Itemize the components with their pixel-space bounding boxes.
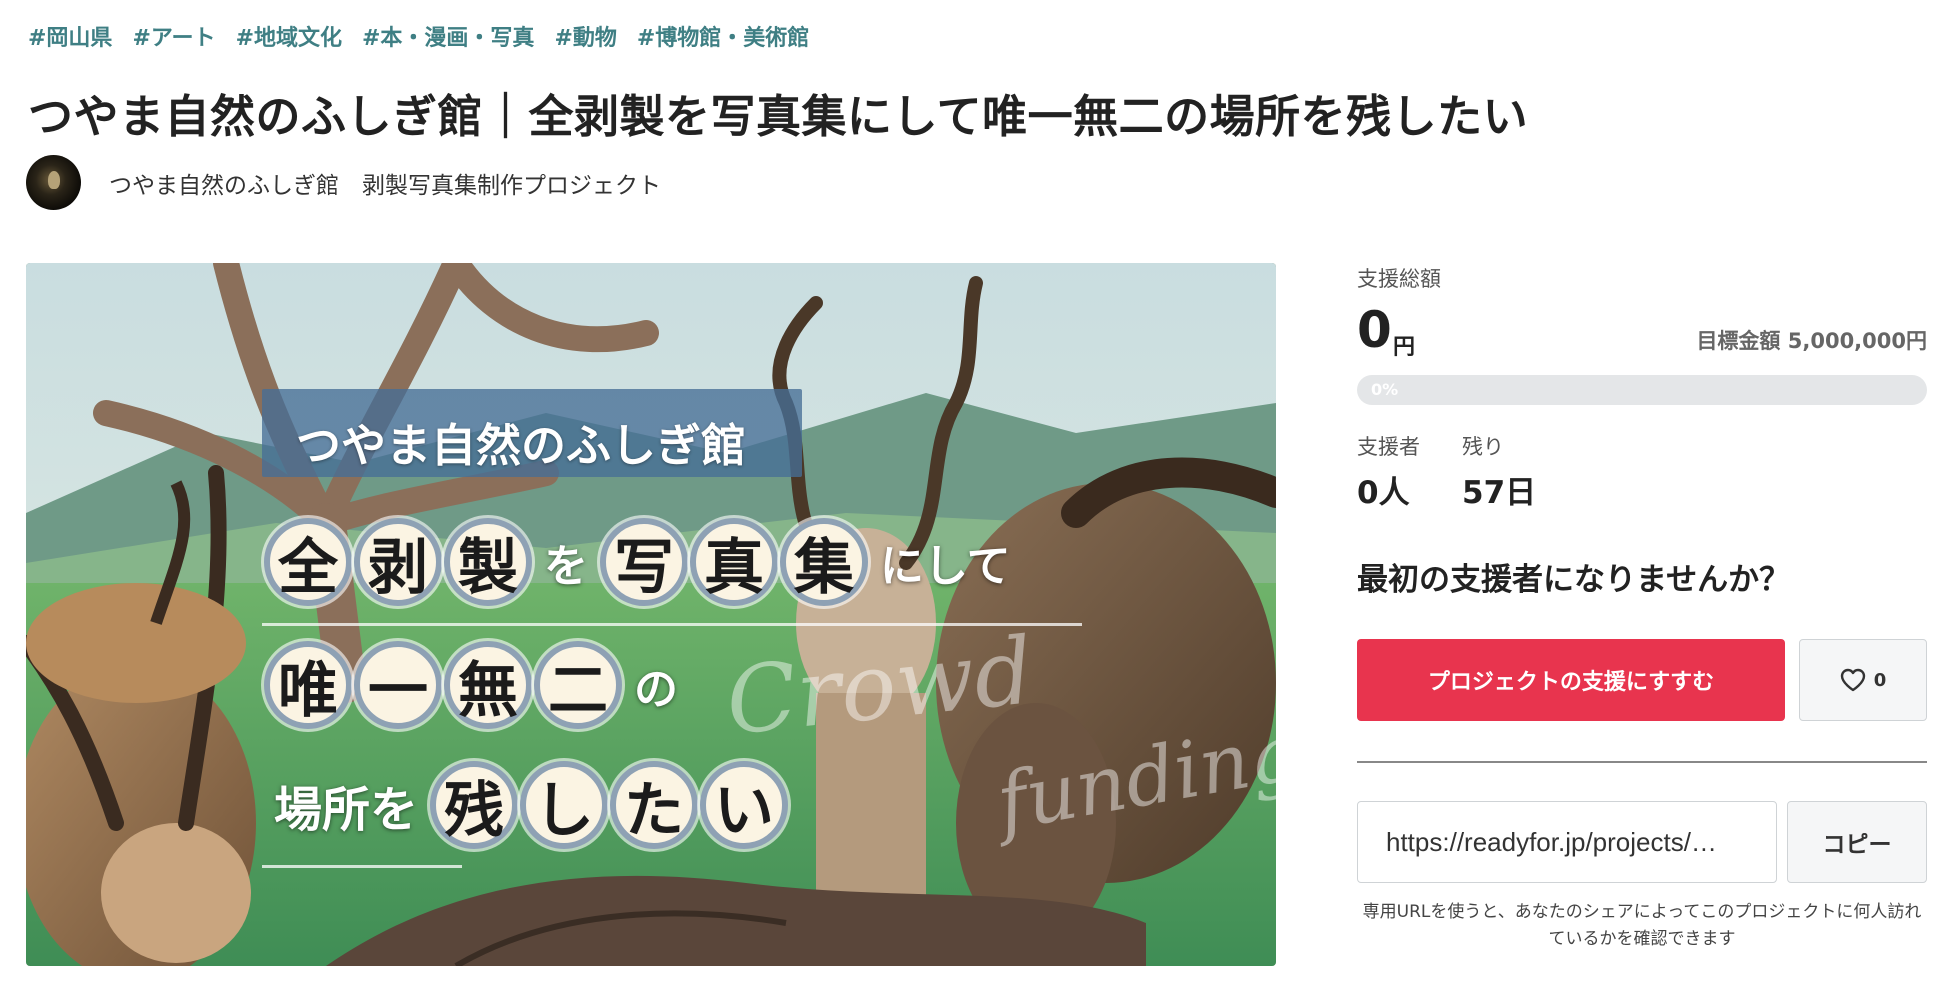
hero-disc: 写: [600, 518, 688, 606]
hero-disc: 全: [264, 518, 352, 606]
project-title: つやま自然のふしぎ館｜全剥製を写真集にして唯一無二の場所を残したい: [28, 90, 1529, 143]
hero-disc: 製: [444, 518, 532, 606]
hero-text: にして: [880, 541, 1011, 592]
share-url-row: コピー: [1357, 801, 1927, 883]
hero-disc: 一: [354, 641, 442, 729]
hero-disc: 唯: [264, 641, 352, 729]
progress-text: 0%: [1371, 380, 1399, 399]
share-url-input[interactable]: [1357, 801, 1777, 883]
action-buttons: プロジェクトの支援にすすむ 0: [1357, 639, 1927, 721]
project-hero-image: つやま自然のふしぎ館 全 剥 製 を 写 真 集 にして 唯 一 無 二 の 場…: [26, 263, 1276, 966]
goal-label: 目標金額: [1696, 329, 1781, 353]
amount-currency: 円: [1393, 335, 1416, 360]
owner-avatar[interactable]: [26, 155, 81, 210]
copy-button[interactable]: コピー: [1787, 801, 1927, 883]
total-label: 支援総額: [1357, 267, 1441, 291]
divider: [1357, 761, 1927, 763]
support-button[interactable]: プロジェクトの支援にすすむ: [1357, 639, 1785, 721]
supporters-stat: 支援者 0人: [1357, 431, 1420, 512]
heart-icon: [1840, 668, 1865, 692]
favorite-button[interactable]: 0: [1799, 639, 1927, 721]
hero-title: つやま自然のふしぎ館: [296, 419, 747, 472]
stats-row: 支援者 0人 残り 57日: [1357, 431, 1927, 512]
remaining-stat: 残り 57日: [1462, 431, 1536, 512]
remaining-value: 57日: [1462, 475, 1537, 511]
hero-disc: し: [520, 761, 609, 849]
funding-panel: 支援総額 0 円 目標金額 5,000,000円 0% 支援者 0人 残り 57…: [1357, 263, 1927, 953]
hero-disc: 集: [780, 518, 868, 606]
tag-animals[interactable]: #動物: [554, 20, 616, 52]
hero-disc: た: [610, 761, 699, 849]
owner-name[interactable]: つやま自然のふしぎ館 剥製写真集制作プロジェクト: [109, 166, 661, 200]
hero-underline: [262, 865, 462, 868]
first-supporter-message: 最初の支援者になりませんか？: [1357, 562, 1791, 598]
tag-local-culture[interactable]: #地域文化: [236, 20, 342, 52]
hero-disc: 真: [690, 518, 778, 606]
hero-illustration: [26, 263, 1276, 966]
hero-line-3: 場所を 残 し た い: [264, 761, 789, 849]
share-note: 専用URLを使うと、あなたのシェアによってこのプロジェクトに何人訪れているかを確…: [1362, 902, 1922, 949]
supporters-label: 支援者: [1357, 435, 1420, 459]
hero-line-2: 唯 一 無 二 の: [264, 641, 688, 729]
hero-disc: い: [700, 761, 789, 849]
hero-disc: 剥: [354, 518, 442, 606]
remaining-label: 残り: [1462, 435, 1504, 459]
tag-art[interactable]: #アート: [132, 20, 215, 52]
supporters-value: 0人: [1357, 475, 1410, 511]
hero-text: を: [544, 541, 588, 592]
hero-disc: 残: [430, 761, 519, 849]
total-amount: 0: [1357, 301, 1392, 359]
tag-okayama[interactable]: #岡山県: [28, 20, 112, 52]
tag-books-manga-photo[interactable]: #本・漫画・写真: [362, 20, 534, 52]
project-owner[interactable]: つやま自然のふしぎ館 剥製写真集制作プロジェクト: [26, 155, 661, 210]
hero-disc: 無: [444, 641, 532, 729]
hero-disc: 二: [534, 641, 622, 729]
amount-row: 0 円 目標金額 5,000,000円: [1357, 293, 1927, 363]
tag-list: #岡山県 #アート #地域文化 #本・漫画・写真 #動物 #博物館・美術館: [28, 20, 809, 52]
hero-line-1: 全 剥 製 を 写 真 集 にして: [264, 518, 1021, 606]
hero-text: の: [634, 664, 678, 715]
progress-bar: 0%: [1357, 375, 1927, 405]
favorite-count: 0: [1873, 669, 1887, 691]
goal-amount: 目標金額 5,000,000円: [1696, 325, 1927, 355]
goal-value: 5,000,000円: [1787, 329, 1927, 353]
hero-text: 場所を: [274, 782, 419, 838]
tag-museum[interactable]: #博物館・美術館: [637, 20, 809, 52]
